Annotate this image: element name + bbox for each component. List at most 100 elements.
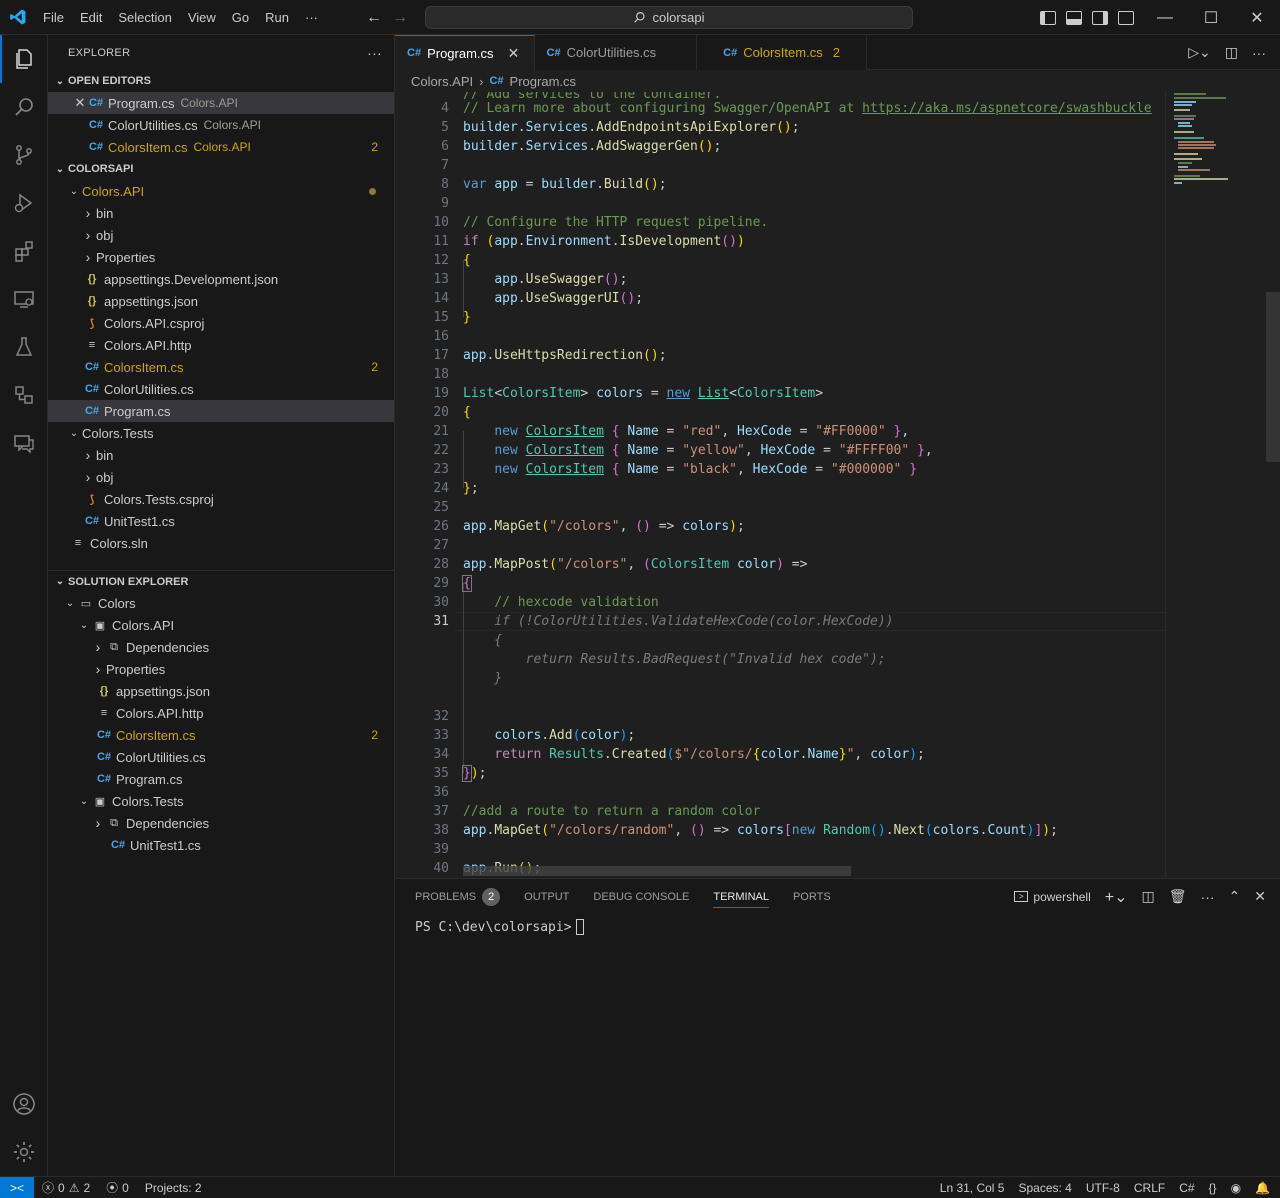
inline-suggestion[interactable]: } [463, 669, 502, 688]
chat-icon[interactable] [0, 419, 48, 467]
workspace-header[interactable]: ⌄ COLORSAPI [48, 158, 394, 180]
menu-go[interactable]: Go [224, 0, 257, 35]
vertical-scrollbar[interactable] [1266, 92, 1280, 878]
solution-explorer-icon[interactable] [0, 371, 48, 419]
tree-item[interactable]: C# Program.cs [48, 768, 394, 790]
notifications-bell-icon[interactable]: 🔔 [1248, 1177, 1280, 1198]
search-view-icon[interactable] [0, 83, 48, 131]
menu-edit[interactable]: Edit [72, 0, 110, 35]
code-editor[interactable]: 4 5 6 7 8 9 10 11 12 13 14 15 16 17 18 19 20 21 22 23 24 25 26… [395, 92, 1280, 878]
tree-item[interactable]: C# UnitTest1.cs [48, 510, 394, 532]
inline-suggestion[interactable]: return Results.BadRequest("Invalid hex c… [463, 650, 886, 669]
panel-tab-terminal[interactable]: TERMINAL [713, 879, 769, 914]
accounts-icon[interactable] [0, 1080, 48, 1128]
split-editor-icon[interactable]: ◫ [1225, 44, 1238, 61]
tree-item[interactable]: ⌄ ▣ Colors.API [48, 614, 394, 636]
cursor-position[interactable]: Ln 31, Col 5 [933, 1177, 1012, 1198]
menu-view[interactable]: View [180, 0, 224, 35]
tree-item[interactable]: › obj [48, 466, 394, 488]
tab-program-cs[interactable]: C# Program.cs ✕ [395, 35, 535, 70]
toggle-primary-sidebar-icon[interactable] [1040, 10, 1056, 25]
panel-more-icon[interactable]: ··· [1201, 889, 1215, 905]
new-terminal-icon[interactable]: +⌄ [1105, 887, 1128, 907]
maximize-panel-icon[interactable]: ⌃ [1229, 888, 1241, 905]
projects-status[interactable]: Projects: 2 [137, 1177, 210, 1198]
close-window-icon[interactable]: ✕ [1234, 0, 1280, 35]
sidebar-more-icon[interactable]: ··· [367, 45, 382, 61]
menu-run[interactable]: Run [257, 0, 297, 35]
testing-icon[interactable] [0, 323, 48, 371]
menu-selection[interactable]: Selection [110, 0, 179, 35]
tree-item[interactable]: › ⧉ Dependencies [48, 812, 394, 834]
close-tab-icon[interactable]: ✕ [506, 45, 522, 62]
tree-item[interactable]: ≡ Colors.sln [48, 532, 394, 554]
copilot-icon[interactable]: ◉ [1224, 1177, 1248, 1198]
tab-colorutilities-cs[interactable]: C# ColorUtilities.cs [534, 35, 698, 70]
inline-suggestion[interactable]: { [463, 631, 502, 650]
inline-suggestion[interactable]: if (!ColorUtilities.ValidateHexCode(colo… [463, 612, 893, 631]
tree-item[interactable]: C# ColorUtilities.cs [48, 746, 394, 768]
tree-item[interactable]: ⟆ Colors.API.csproj [48, 312, 394, 334]
tree-item[interactable]: › Properties [48, 658, 394, 680]
command-center-search[interactable]: colorsapi [425, 6, 913, 29]
close-editor-icon[interactable]: ✕ [72, 95, 88, 111]
run-debug-dropdown-icon[interactable]: ▷⌄ [1188, 44, 1211, 61]
tree-item[interactable]: › obj [48, 224, 394, 246]
tab-colorsitem-cs[interactable]: C# ColorsItem.cs 2 [697, 35, 867, 70]
terminal-output[interactable]: PS C:\dev\colorsapi> [415, 919, 584, 935]
scrollbar-thumb[interactable] [1266, 292, 1280, 462]
open-editor-item[interactable]: C# ColorsItem.cs Colors.API 2 [48, 136, 394, 158]
tree-item[interactable]: ≡ Colors.API.http [48, 702, 394, 724]
trash-icon[interactable]: 🗑 [1169, 888, 1187, 905]
tree-item[interactable]: ⟆ Colors.Tests.csproj [48, 488, 394, 510]
extensions-icon[interactable] [0, 227, 48, 275]
panel-tab-problems[interactable]: PROBLEMS 2 [415, 879, 501, 914]
customize-layout-icon[interactable] [1118, 10, 1134, 25]
tree-item[interactable]: › bin [48, 444, 394, 466]
tree-item[interactable]: ⌄ ▣ Colors.Tests [48, 790, 394, 812]
end-of-line[interactable]: CRLF [1127, 1177, 1172, 1198]
tree-item[interactable]: C# ColorsItem.cs 2 [48, 724, 394, 746]
split-terminal-icon[interactable]: ◫ [1142, 888, 1155, 905]
tree-item[interactable]: › ⧉ Dependencies [48, 636, 394, 658]
explorer-icon[interactable] [0, 35, 48, 83]
forward-arrow-icon[interactable]: → [392, 9, 408, 27]
source-control-icon[interactable] [0, 131, 48, 179]
menu-more[interactable]: ··· [297, 0, 326, 35]
language-mode[interactable]: C# [1172, 1177, 1201, 1198]
settings-gear-icon[interactable] [0, 1128, 48, 1176]
indentation[interactable]: Spaces: 4 [1011, 1177, 1078, 1198]
tree-item[interactable]: C# UnitTest1.cs [48, 834, 394, 856]
tree-item[interactable]: {} appsettings.json [48, 680, 394, 702]
tree-item[interactable]: ≡ Colors.API.http [48, 334, 394, 356]
breadcrumb-item[interactable]: Colors.API [411, 74, 473, 89]
tree-item[interactable]: › Properties [48, 246, 394, 268]
remote-explorer-icon[interactable] [0, 275, 48, 323]
panel-tab-debug-console[interactable]: DEBUG CONSOLE [593, 879, 689, 914]
run-debug-icon[interactable] [0, 179, 48, 227]
horizontal-scrollbar[interactable] [463, 866, 851, 876]
menu-file[interactable]: File [35, 0, 72, 35]
back-arrow-icon[interactable]: ← [366, 9, 382, 27]
tree-item[interactable]: {} appsettings.Development.json [48, 268, 394, 290]
open-editor-item[interactable]: C# ColorUtilities.cs Colors.API [48, 114, 394, 136]
close-panel-icon[interactable]: ✕ [1254, 888, 1266, 905]
minimap[interactable] [1165, 92, 1267, 878]
breadcrumb-item[interactable]: Program.cs [510, 74, 576, 89]
panel-tab-ports[interactable]: PORTS [793, 879, 831, 914]
remote-indicator-icon[interactable]: >< [0, 1176, 34, 1198]
open-editors-header[interactable]: ⌄ OPEN EDITORS [48, 70, 394, 92]
maximize-icon[interactable]: ☐ [1188, 0, 1234, 35]
language-status-icon[interactable]: {} [1202, 1177, 1224, 1198]
panel-tab-output[interactable]: OUTPUT [524, 879, 569, 914]
tree-item[interactable]: C# ColorUtilities.cs [48, 378, 394, 400]
more-actions-icon[interactable]: ··· [1252, 45, 1266, 61]
tree-item[interactable]: {} appsettings.json [48, 290, 394, 312]
tree-item[interactable]: ⌄ ▭ Colors [48, 592, 394, 614]
minimize-icon[interactable]: — [1142, 0, 1188, 35]
tree-item[interactable]: ⌄ Colors.Tests [48, 422, 394, 444]
ports-status[interactable]: ⦿ 0 [98, 1177, 137, 1198]
toggle-panel-icon[interactable] [1066, 10, 1082, 25]
tree-item[interactable]: ⌄ Colors.API [48, 180, 394, 202]
toggle-secondary-sidebar-icon[interactable] [1092, 10, 1108, 25]
